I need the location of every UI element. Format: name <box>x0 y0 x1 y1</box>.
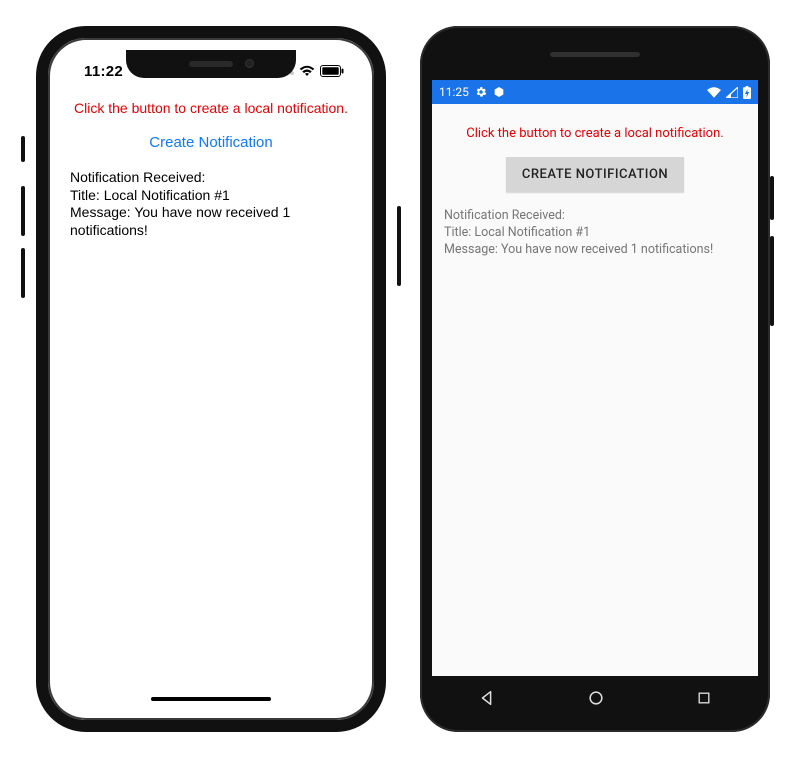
android-body: 11:25 <box>420 26 770 732</box>
android-status-time: 11:25 <box>439 85 469 99</box>
gear-icon <box>475 86 487 98</box>
android-status-bar: 11:25 <box>432 80 758 104</box>
android-home-button[interactable] <box>587 689 605 707</box>
output-header: Notification Received: <box>70 169 352 187</box>
iphone-earpiece <box>189 61 233 67</box>
iphone-front-camera <box>245 59 254 68</box>
output-header: Notification Received: <box>444 208 746 225</box>
instruction-label: Click the button to create a local notif… <box>70 100 352 116</box>
notification-output: Notification Received: Title: Local Noti… <box>70 169 352 239</box>
ios-app-content: Click the button to create a local notif… <box>60 94 362 239</box>
android-recents-button[interactable] <box>696 690 712 706</box>
cellular-signal-icon <box>726 87 738 98</box>
instruction-label: Click the button to create a local notif… <box>444 126 746 141</box>
iphone-screen: 11:22 Click the button to create a local… <box>60 50 362 708</box>
iphone-power-button <box>397 206 401 286</box>
hexagon-icon <box>493 86 505 98</box>
iphone-mute-switch <box>21 136 25 162</box>
iphone-notch <box>126 50 296 78</box>
iphone-volume-down-button <box>21 248 25 298</box>
android-navigation-bar <box>432 676 758 720</box>
output-title: Title: Local Notification #1 <box>444 225 746 242</box>
android-power-button <box>770 176 774 220</box>
iphone-device-frame: 11:22 Click the button to create a local… <box>36 26 386 732</box>
iphone-body: 11:22 Click the button to create a local… <box>36 26 386 732</box>
create-notification-button[interactable]: CREATE NOTIFICATION <box>506 157 684 192</box>
wifi-icon <box>299 64 315 82</box>
output-message: Message: You have now received 1 notific… <box>70 204 352 239</box>
iphone-volume-up-button <box>21 186 25 236</box>
output-message: Message: You have now received 1 notific… <box>444 242 746 259</box>
create-notification-button[interactable]: Create Notification <box>70 134 352 151</box>
battery-icon <box>320 64 344 82</box>
battery-icon <box>743 86 751 99</box>
ios-status-time: 11:22 <box>84 63 123 80</box>
android-back-button[interactable] <box>478 689 496 707</box>
notification-output: Notification Received: Title: Local Noti… <box>444 208 746 259</box>
wifi-icon <box>707 87 721 98</box>
android-volume-button <box>770 236 774 326</box>
android-earpiece <box>550 52 640 57</box>
output-title: Title: Local Notification #1 <box>70 187 352 205</box>
android-screen: 11:25 <box>432 80 758 676</box>
android-app-content: Click the button to create a local notif… <box>432 104 758 259</box>
android-device-frame: 11:25 <box>420 26 770 732</box>
iphone-home-indicator[interactable] <box>151 697 271 701</box>
